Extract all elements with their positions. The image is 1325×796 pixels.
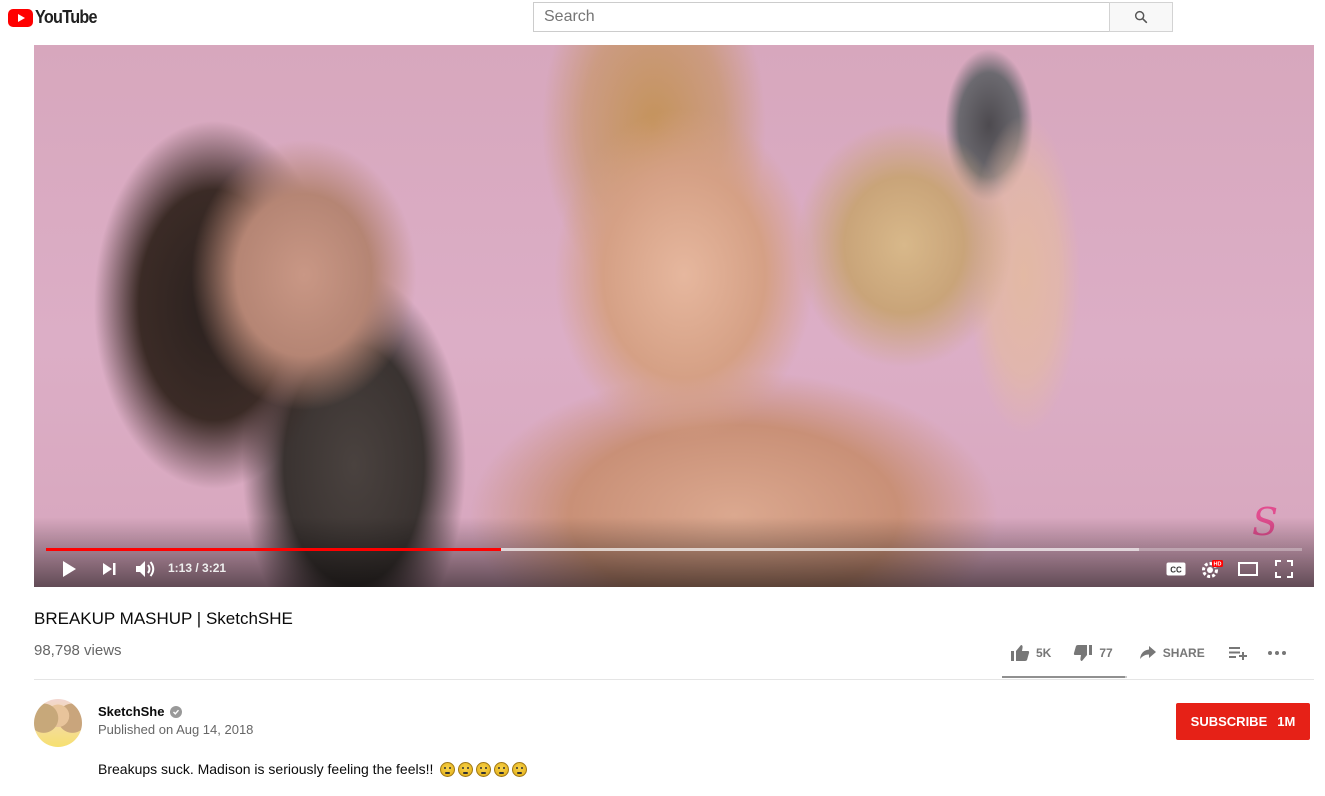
share-button[interactable]: SHARE (1139, 645, 1205, 661)
captions-icon: CC (1166, 562, 1186, 576)
subscribe-label: SUBSCRIBE (1190, 714, 1268, 729)
like-button[interactable]: 5K (1010, 644, 1051, 662)
add-to-playlist-icon (1228, 647, 1247, 660)
time-display: 1:13 / 3:21 (168, 561, 227, 575)
search-bar (533, 2, 1173, 32)
view-count: 98,798 views (34, 642, 122, 659)
more-actions-button[interactable] (1267, 650, 1287, 656)
next-button[interactable] (98, 557, 120, 581)
play-icon (63, 561, 76, 577)
search-icon (1134, 10, 1148, 24)
like-count: 5K (1036, 646, 1052, 660)
thumbs-up-icon (1011, 645, 1030, 661)
settings-button[interactable]: HD (1200, 557, 1224, 581)
add-to-playlist-button[interactable] (1228, 646, 1247, 660)
video-description: Breakups suck. Madison is seriously feel… (98, 761, 528, 777)
play-button[interactable] (58, 557, 80, 581)
channel-name[interactable]: SketchShe (98, 704, 164, 719)
divider (34, 679, 1314, 680)
svg-text:CC: CC (1170, 566, 1182, 575)
share-icon (1139, 646, 1156, 659)
captions-button[interactable]: CC (1164, 557, 1188, 581)
publish-date: Published on Aug 14, 2018 (98, 722, 254, 737)
grinning-face-icon (512, 761, 528, 777)
video-title: BREAKUP MASHUP | SketchSHE (34, 609, 293, 628)
next-icon (103, 563, 116, 575)
sentiment-like-fill (1002, 676, 1126, 678)
video-actions: 5K 77 SHARE (1000, 640, 1287, 666)
masthead: YouTube (0, 0, 1325, 45)
thumbs-down-icon (1074, 645, 1093, 661)
sentiment-bar (1002, 676, 1127, 678)
volume-icon (136, 561, 155, 577)
channel-info: SketchShe (98, 704, 183, 719)
share-label: SHARE (1162, 646, 1205, 660)
dislike-count: 77 (1099, 646, 1113, 660)
progress-bar[interactable] (46, 548, 1302, 551)
verified-icon (170, 705, 183, 718)
progress-played (46, 548, 501, 551)
theater-mode-icon (1238, 562, 1258, 576)
logo-text: YouTube (35, 7, 98, 27)
crying-face-icon (458, 761, 474, 777)
video-player[interactable]: S 1:13 / 3:21 CC HD (34, 45, 1314, 587)
dislike-button[interactable]: 77 (1073, 644, 1113, 662)
subscriber-count: 1M (1277, 714, 1296, 729)
fullscreen-icon (1275, 560, 1293, 578)
mute-button[interactable] (134, 557, 158, 581)
sunglasses-face-icon (476, 761, 492, 777)
channel-avatar[interactable] (34, 699, 82, 747)
youtube-play-icon (8, 8, 33, 27)
more-horizontal-icon (1267, 651, 1286, 655)
youtube-logo[interactable]: YouTube (8, 7, 104, 28)
pleading-face-icon (440, 761, 456, 777)
settings-hd-icon: HD (1202, 560, 1223, 578)
svg-text:HD: HD (1214, 562, 1222, 568)
controls-gradient (34, 517, 1314, 587)
fullscreen-button[interactable] (1272, 557, 1296, 581)
subscribe-button[interactable]: SUBSCRIBE 1M (1176, 703, 1310, 740)
theater-mode-button[interactable] (1236, 557, 1260, 581)
search-button[interactable] (1109, 2, 1173, 32)
description-text: Breakups suck. Madison is seriously feel… (98, 761, 434, 777)
search-input[interactable] (533, 2, 1109, 32)
neutral-face-icon (494, 761, 510, 777)
